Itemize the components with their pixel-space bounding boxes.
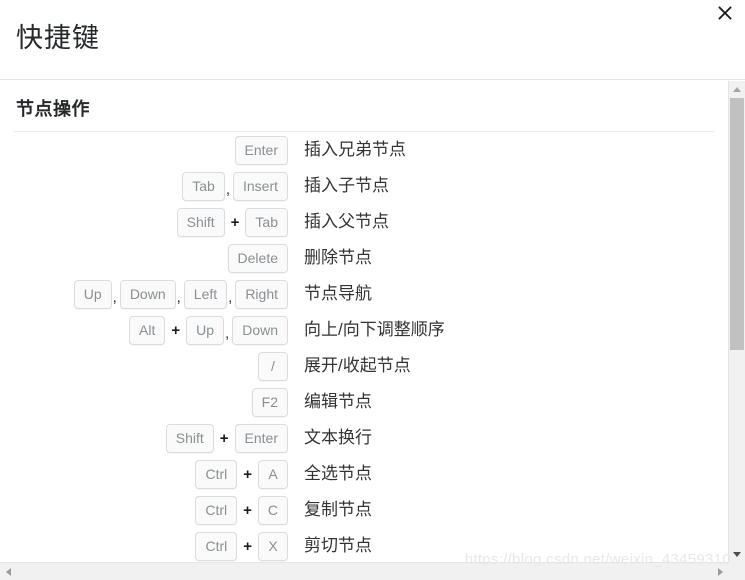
shortcut-row: F2 编辑节点	[0, 384, 728, 420]
key-separator-plus: +	[230, 213, 240, 231]
shortcut-description: 向上/向下调整顺序	[304, 320, 445, 339]
key-separator-plus: +	[243, 465, 252, 483]
triangle-down-icon	[733, 551, 741, 557]
shortcut-keys: Ctrl + A	[0, 459, 288, 489]
close-button[interactable]	[714, 2, 736, 24]
shortcuts-dialog: 快捷键 节点操作 Enter 插入兄弟节点 Tab, Insert 插入子节点 Shift…	[0, 0, 745, 580]
shortcut-description: 文本换行	[304, 428, 372, 447]
shortcut-description: 剪切节点	[304, 536, 372, 555]
key-separator-plus: +	[171, 321, 181, 339]
shortcut-keys: Ctrl + X	[0, 531, 288, 561]
shortcut-row: Ctrl + X 剪切节点	[0, 528, 728, 562]
close-icon	[716, 4, 734, 22]
scroll-left-button[interactable]	[0, 564, 16, 580]
key-badge: Enter	[234, 135, 288, 165]
key-separator-comma: ,	[228, 288, 233, 306]
vertical-scrollbar[interactable]	[728, 81, 745, 562]
triangle-up-icon	[733, 86, 741, 92]
shortcut-keys: Ctrl + C	[0, 495, 288, 525]
shortcut-row: / 展开/收起节点	[0, 348, 728, 384]
horizontal-scrollbar[interactable]	[0, 562, 745, 580]
shortcut-description: 插入兄弟节点	[304, 140, 406, 159]
key-badge: Left	[183, 279, 228, 309]
dialog-body: 节点操作 Enter 插入兄弟节点 Tab, Insert 插入子节点 Shift + Tab…	[0, 81, 728, 562]
key-badge: /	[258, 351, 288, 381]
key-badge: A	[258, 459, 288, 489]
shortcut-list: Enter 插入兄弟节点 Tab, Insert 插入子节点 Shift + Tab 插入父节点…	[0, 132, 728, 562]
key-badge: Down	[119, 279, 176, 309]
scroll-right-button[interactable]	[712, 564, 728, 580]
shortcut-keys: Delete	[0, 243, 288, 273]
shortcut-description: 插入子节点	[304, 176, 389, 195]
key-separator-plus: +	[219, 429, 229, 447]
key-badge: Tab	[245, 207, 288, 237]
key-badge: Shift	[165, 423, 214, 453]
key-badge: Up	[186, 315, 225, 345]
section-node-operations: 节点操作 Enter 插入兄弟节点 Tab, Insert 插入子节点 Shift + Tab…	[0, 81, 728, 562]
shortcut-row: Delete 删除节点	[0, 240, 728, 276]
key-badge: Tab	[182, 171, 225, 201]
section-title: 节点操作	[16, 99, 90, 119]
shortcut-description: 复制节点	[304, 500, 372, 519]
key-separator-comma: ,	[176, 288, 181, 306]
key-separator-comma: ,	[225, 324, 230, 342]
key-separator-plus: +	[243, 501, 252, 519]
shortcut-row: Enter 插入兄弟节点	[0, 132, 728, 168]
scrollbar-corner	[728, 562, 745, 580]
key-badge: Insert	[232, 171, 288, 201]
key-badge: Ctrl	[195, 531, 238, 561]
page-title: 快捷键	[16, 23, 100, 53]
shortcut-row: Shift + Enter 文本换行	[0, 420, 728, 456]
shortcut-keys: F2	[0, 387, 288, 417]
shortcut-keys: /	[0, 351, 288, 381]
shortcut-row: Tab, Insert 插入子节点	[0, 168, 728, 204]
key-badge: Alt	[129, 315, 166, 345]
key-separator-comma: ,	[225, 180, 230, 198]
shortcut-description: 删除节点	[304, 248, 372, 267]
dialog-header: 快捷键	[0, 0, 745, 80]
key-badge: Ctrl	[195, 495, 238, 525]
shortcut-row: Up, Down, Left, Right 节点导航	[0, 276, 728, 312]
key-badge: Delete	[227, 243, 288, 273]
vertical-scrollbar-thumb[interactable]	[730, 98, 744, 350]
shortcut-description: 编辑节点	[304, 392, 372, 411]
shortcut-keys: Shift + Enter	[0, 423, 288, 453]
key-badge: C	[257, 495, 288, 525]
key-separator-comma: ,	[112, 288, 117, 306]
key-badge: Shift	[176, 207, 225, 237]
shortcut-keys: Shift + Tab	[0, 207, 288, 237]
shortcut-keys: Up, Down, Left, Right	[0, 279, 288, 309]
key-badge: Ctrl	[195, 459, 238, 489]
triangle-right-icon	[717, 568, 723, 576]
shortcut-row: Ctrl + A 全选节点	[0, 456, 728, 492]
shortcut-row: Alt + Up, Down 向上/向下调整顺序	[0, 312, 728, 348]
scroll-up-button[interactable]	[729, 81, 745, 97]
shortcut-description: 插入父节点	[304, 212, 389, 231]
key-badge: X	[258, 531, 288, 561]
shortcut-row: Shift + Tab 插入父节点	[0, 204, 728, 240]
key-badge: Enter	[234, 423, 288, 453]
shortcut-row: Ctrl + C 复制节点	[0, 492, 728, 528]
key-badge: Down	[232, 315, 288, 345]
shortcut-keys: Alt + Up, Down	[0, 315, 288, 345]
shortcut-description: 展开/收起节点	[304, 356, 411, 375]
shortcut-keys: Enter	[0, 135, 288, 165]
scroll-down-button[interactable]	[729, 546, 745, 562]
key-badge: F2	[251, 387, 288, 417]
shortcut-description: 节点导航	[304, 284, 372, 303]
triangle-left-icon	[5, 568, 11, 576]
key-badge: Right	[235, 279, 288, 309]
key-separator-plus: +	[243, 537, 252, 555]
key-badge: Up	[73, 279, 112, 309]
shortcut-description: 全选节点	[304, 464, 372, 483]
shortcut-keys: Tab, Insert	[0, 171, 288, 201]
